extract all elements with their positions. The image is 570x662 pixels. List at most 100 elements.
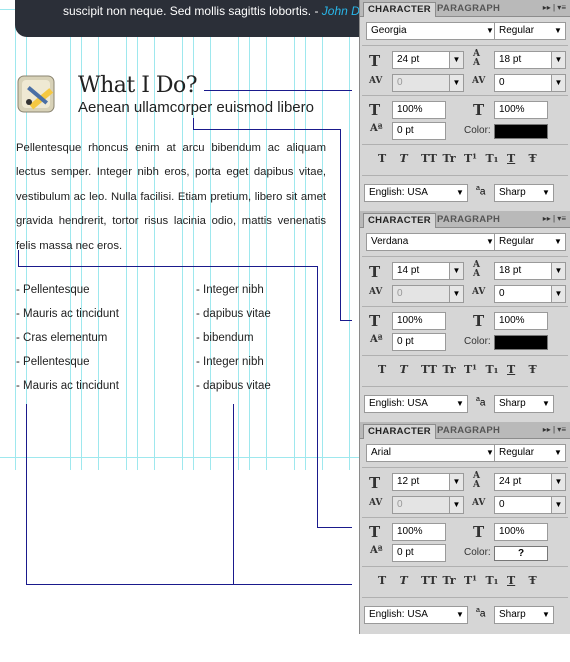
divider [362, 467, 568, 468]
baseline-shift-field[interactable]: 0 pt [392, 122, 446, 140]
color-swatch[interactable] [494, 335, 548, 350]
chevron-down-icon[interactable]: ▼ [449, 497, 463, 513]
chevron-down-icon[interactable]: ▼ [449, 263, 463, 279]
antialias-select[interactable]: Sharp ▼ [494, 395, 554, 413]
tab-character[interactable]: CHARACTER [363, 2, 436, 17]
superscript-button[interactable]: T¹ [464, 574, 486, 587]
all-caps-button[interactable]: TT [421, 363, 443, 376]
faux-bold-button[interactable]: T [378, 574, 400, 587]
kerning-field[interactable]: 0 ▼ [392, 496, 464, 514]
character-panel-1: CHARACTER PARAGRAPH ▸▸ | ▾≡ Georgia ▼ Reg… [359, 0, 570, 211]
small-caps-button[interactable]: Tr [443, 574, 465, 587]
superscript-button[interactable]: T¹ [464, 152, 486, 165]
color-swatch[interactable] [494, 124, 548, 139]
antialias-select[interactable]: Sharp ▼ [494, 184, 554, 202]
font-family-select[interactable]: Georgia ▼ [366, 22, 498, 40]
tracking-field[interactable]: 0 ▼ [494, 285, 566, 303]
chevron-down-icon[interactable]: ▼ [449, 52, 463, 68]
kerning-value: 0 [397, 499, 403, 510]
vertical-scale-field[interactable]: 100% [392, 312, 446, 330]
tracking-field[interactable]: 0 ▼ [494, 496, 566, 514]
chevron-down-icon[interactable]: ▼ [551, 497, 565, 513]
testimonial-text: suscipit non neque. Sed mollis sagittis … [63, 4, 322, 18]
leading-field[interactable]: 18 pt ▼ [494, 262, 566, 280]
leading-value: 18 pt [499, 54, 522, 65]
chevron-down-icon: ▼ [542, 188, 550, 197]
leading-field[interactable]: 18 pt ▼ [494, 51, 566, 69]
panel-menu-icon[interactable]: ▸▸ | ▾≡ [543, 214, 566, 223]
font-family-select[interactable]: Arial ▼ [366, 444, 498, 462]
leading-field[interactable]: 24 pt ▼ [494, 473, 566, 491]
font-family-select[interactable]: Verdana ▼ [366, 233, 498, 251]
divider [362, 45, 568, 46]
design-tools-icon [16, 74, 56, 114]
chevron-down-icon[interactable]: ▼ [551, 263, 565, 279]
strikethrough-button[interactable]: Ŧ [529, 363, 551, 376]
small-caps-button[interactable]: Tr [443, 152, 465, 165]
strikethrough-button[interactable]: Ŧ [529, 152, 551, 165]
panel-menu-icon[interactable]: ▸▸ | ▾≡ [543, 3, 566, 12]
underline-button[interactable]: T [507, 152, 529, 165]
baseline-shift-field[interactable]: 0 pt [392, 333, 446, 351]
font-style-select[interactable]: Regular ▼ [494, 22, 566, 40]
antialias-value: Sharp [499, 609, 526, 620]
superscript-button[interactable]: T¹ [464, 363, 486, 376]
language-select[interactable]: English: USA ▼ [364, 606, 468, 624]
kerning-field[interactable]: 0 ▼ [392, 285, 464, 303]
faux-italic-button[interactable]: T [400, 574, 422, 587]
chevron-down-icon[interactable]: ▼ [449, 75, 463, 91]
font-size-field[interactable]: 12 pt ▼ [392, 473, 464, 491]
list-item: - Cras elementum [16, 332, 108, 344]
chevron-down-icon[interactable]: ▼ [449, 286, 463, 302]
horizontal-scale-field[interactable]: 100% [494, 101, 548, 119]
character-panel-3: CHARACTER PARAGRAPH ▸▸ | ▾≡ Arial ▼ Regul… [359, 422, 570, 634]
subscript-button[interactable]: T₁ [486, 363, 508, 376]
horizontal-scale-value: 100% [499, 104, 525, 115]
underline-button[interactable]: T [507, 574, 529, 587]
tab-character[interactable]: CHARACTER [363, 213, 436, 228]
strikethrough-button[interactable]: Ŧ [529, 574, 551, 587]
small-caps-button[interactable]: Tr [443, 363, 465, 376]
panel-menu-icon[interactable]: ▸▸ | ▾≡ [543, 425, 566, 434]
tab-paragraph[interactable]: PARAGRAPH [433, 213, 504, 228]
subscript-button[interactable]: T₁ [486, 574, 508, 587]
kerning-field[interactable]: 0 ▼ [392, 74, 464, 92]
tab-paragraph[interactable]: PARAGRAPH [433, 2, 504, 17]
language-value: English: USA [369, 398, 428, 409]
font-size-field[interactable]: 14 pt ▼ [392, 262, 464, 280]
all-caps-button[interactable]: TT [421, 152, 443, 165]
subscript-button[interactable]: T₁ [486, 152, 508, 165]
color-label: Color: [464, 547, 491, 558]
baseline-shift-field[interactable]: 0 pt [392, 544, 446, 562]
chevron-down-icon[interactable]: ▼ [551, 474, 565, 490]
divider [362, 144, 568, 145]
vertical-scale-field[interactable]: 100% [392, 523, 446, 541]
tab-paragraph[interactable]: PARAGRAPH [433, 424, 504, 439]
font-style-select[interactable]: Regular ▼ [494, 444, 566, 462]
antialias-icon-letter: a [479, 186, 486, 198]
chevron-down-icon[interactable]: ▼ [449, 474, 463, 490]
horizontal-scale-field[interactable]: 100% [494, 523, 548, 541]
antialias-select[interactable]: Sharp ▼ [494, 606, 554, 624]
color-swatch[interactable]: ? [494, 546, 548, 561]
faux-bold-button[interactable]: T [378, 363, 400, 376]
kerning-icon: AV [369, 498, 383, 508]
chevron-down-icon[interactable]: ▼ [551, 52, 565, 68]
faux-bold-button[interactable]: T [378, 152, 400, 165]
tracking-field[interactable]: 0 ▼ [494, 74, 566, 92]
font-style-select[interactable]: Regular ▼ [494, 233, 566, 251]
tab-character[interactable]: CHARACTER [363, 424, 436, 439]
vertical-scale-field[interactable]: 100% [392, 101, 446, 119]
vertical-scale-value: 100% [397, 526, 423, 537]
horizontal-scale-value: 100% [499, 526, 525, 537]
faux-italic-button[interactable]: T [400, 152, 422, 165]
underline-button[interactable]: T [507, 363, 529, 376]
chevron-down-icon[interactable]: ▼ [551, 75, 565, 91]
faux-italic-button[interactable]: T [400, 363, 422, 376]
language-select[interactable]: English: USA ▼ [364, 184, 468, 202]
language-select[interactable]: English: USA ▼ [364, 395, 468, 413]
horizontal-scale-field[interactable]: 100% [494, 312, 548, 330]
all-caps-button[interactable]: TT [421, 574, 443, 587]
chevron-down-icon[interactable]: ▼ [551, 286, 565, 302]
font-size-field[interactable]: 24 pt ▼ [392, 51, 464, 69]
